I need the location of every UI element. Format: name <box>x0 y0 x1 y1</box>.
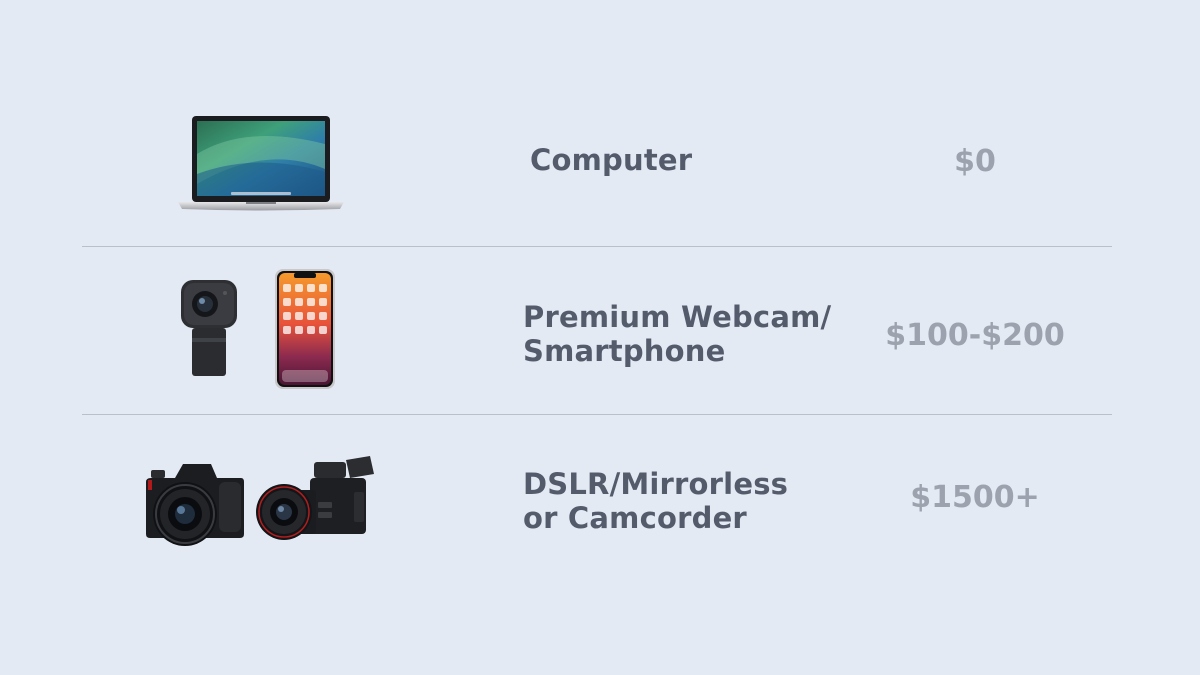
row-label-webcam-smartphone: Premium Webcam/ Smartphone <box>523 300 832 368</box>
row-divider <box>82 246 1112 247</box>
smartphone-icon <box>274 268 336 390</box>
laptop-icon <box>176 114 346 212</box>
row-divider <box>82 414 1112 415</box>
webcam-icon <box>178 278 240 378</box>
row-label-dslr-camcorder: DSLR/Mirrorless or Camcorder <box>523 467 789 535</box>
row-label-computer: Computer <box>530 143 693 177</box>
row-price-dslr-camcorder: $1500+ <box>910 480 1040 515</box>
row-price-webcam-smartphone: $100-$200 <box>885 318 1065 353</box>
row-price-computer: $0 <box>954 144 996 179</box>
dslr-camera-icon <box>145 452 245 548</box>
slide: Computer $0 Premium Webcam/ Smartphone $… <box>0 0 1200 675</box>
camcorder-icon <box>254 452 376 548</box>
